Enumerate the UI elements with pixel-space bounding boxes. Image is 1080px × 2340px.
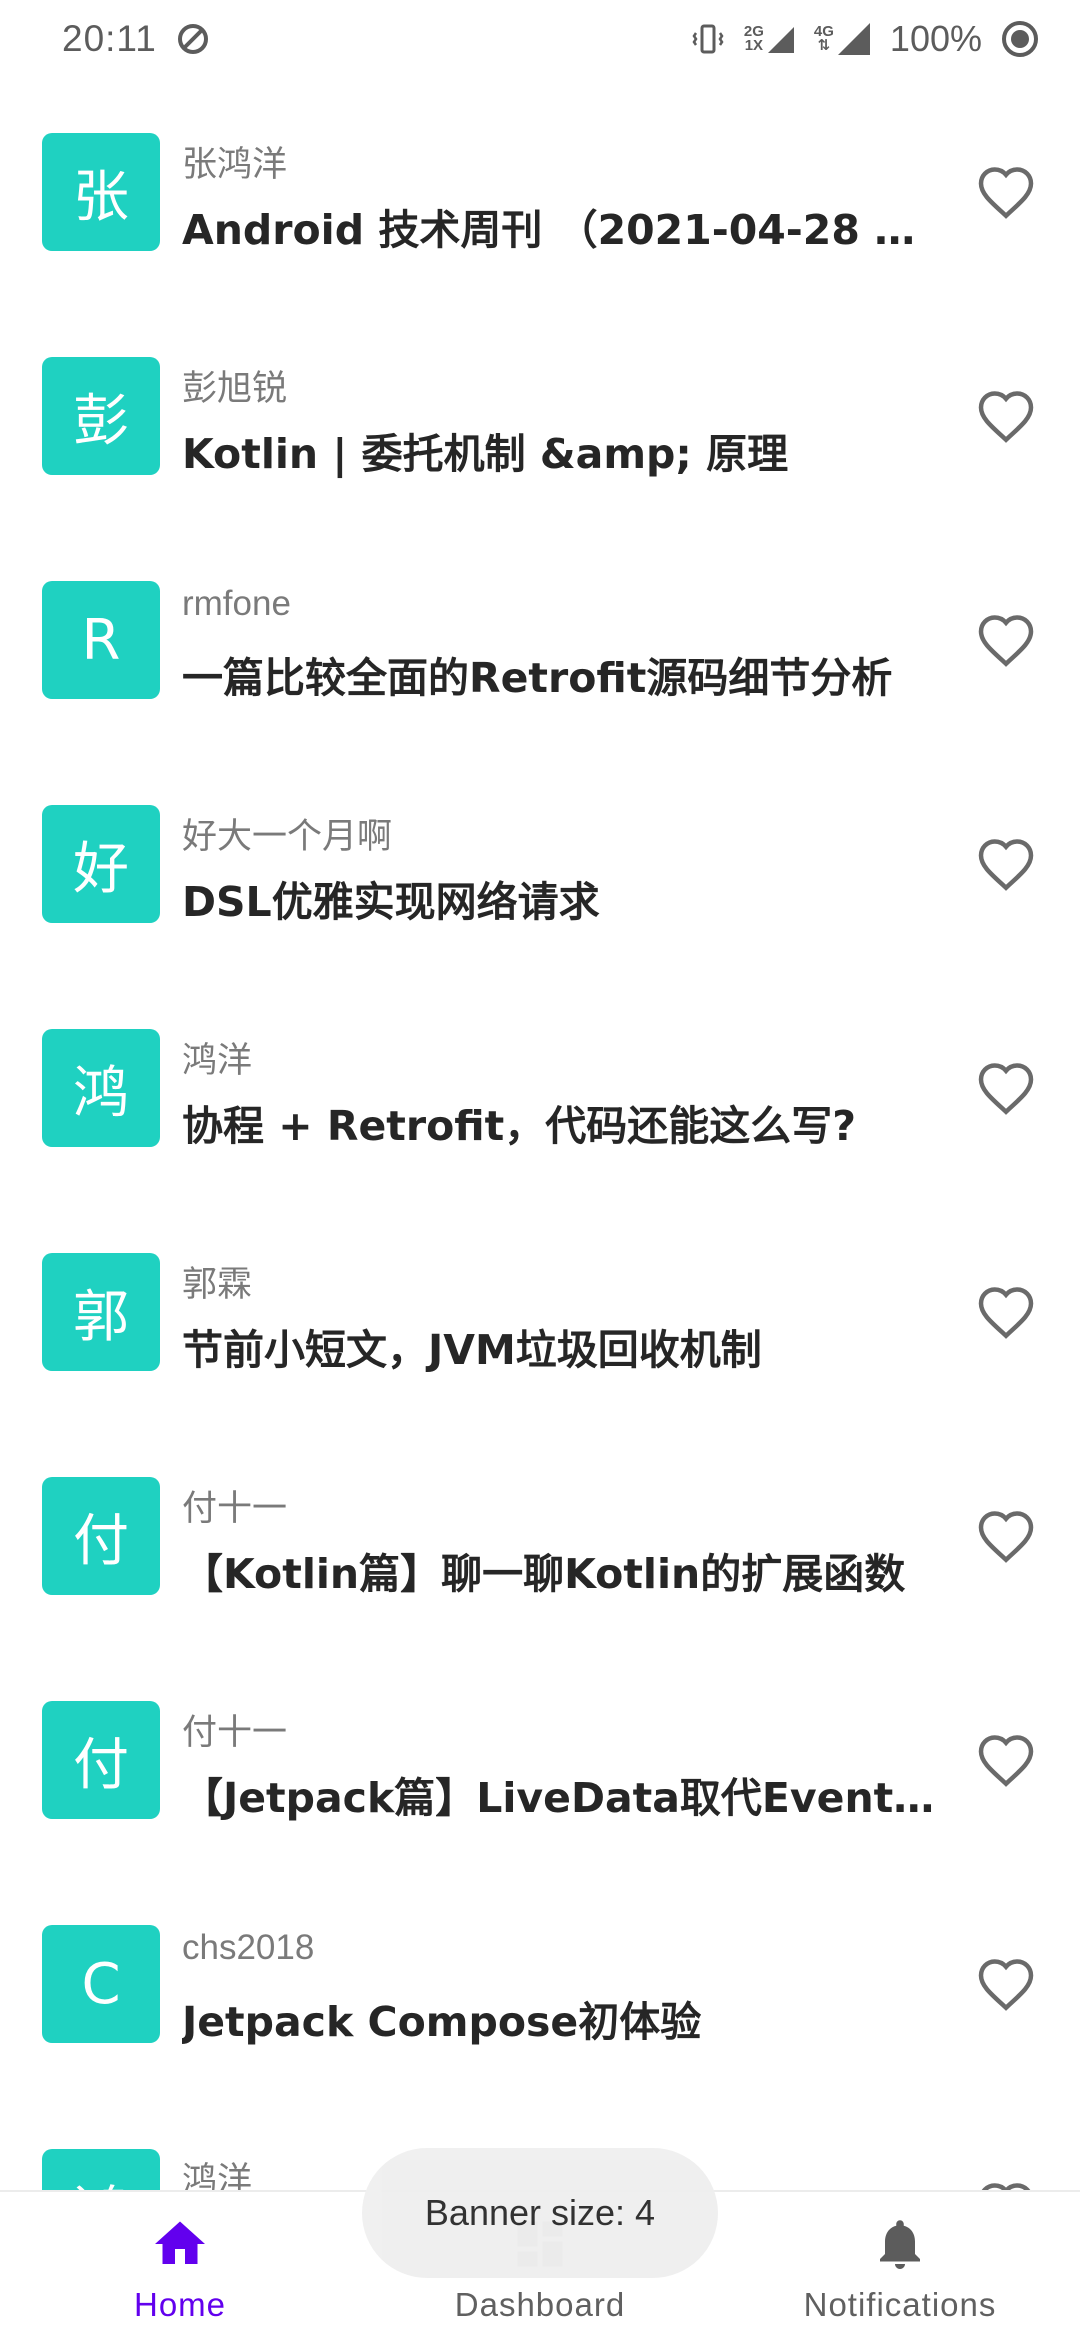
- favorite-heart-icon[interactable]: [976, 164, 1036, 220]
- article-title: 【Kotlin篇】聊一聊Kotlin的扩展函数: [182, 1550, 906, 1598]
- article-title: Kotlin | 委托机制 &amp; 原理: [182, 430, 789, 478]
- vibrate-icon: [690, 21, 726, 57]
- nav-notifications-label: Notifications: [803, 2286, 997, 2323]
- data-arrows-icon: ⇅: [817, 37, 831, 54]
- article-author: 张鸿洋: [182, 145, 288, 184]
- battery-percent: 100%: [889, 18, 982, 59]
- signal-icon: [837, 23, 870, 55]
- list-item[interactable]: 张 张鸿洋 Android 技术周刊 （2021-04-28 ~ 2021-05…: [0, 78, 1080, 302]
- data-saver-icon: [175, 21, 211, 57]
- avatar: 郭: [42, 1253, 160, 1371]
- favorite-heart-icon[interactable]: [976, 388, 1036, 444]
- home-icon: [155, 2221, 205, 2264]
- avatar: 付: [42, 1701, 160, 1819]
- favorite-heart-icon[interactable]: [976, 1060, 1036, 1116]
- status-left: 20:11: [62, 18, 211, 60]
- article-author: 付十一: [182, 1489, 288, 1528]
- avatar: C: [42, 1925, 160, 2043]
- list-item[interactable]: C chs2018 Jetpack Compose初体验: [0, 1870, 1080, 2094]
- favorite-heart-icon[interactable]: [976, 1956, 1036, 2012]
- article-list[interactable]: 张 张鸿洋 Android 技术周刊 （2021-04-28 ~ 2021-05…: [0, 78, 1080, 2190]
- article-title: 节前小短文，JVM垃圾回收机制: [182, 1326, 762, 1374]
- avatar: 张: [42, 133, 160, 251]
- avatar: 鸿: [42, 1029, 160, 1147]
- list-item[interactable]: 付 付十一 【Kotlin篇】聊一聊Kotlin的扩展函数: [0, 1422, 1080, 1646]
- article-title: 【Jetpack篇】LiveData取代EventBus？: [182, 1774, 942, 1822]
- status-bar: 20:11 2G 1X 4G ⇅ 100%: [0, 0, 1080, 78]
- nav-dashboard-label: Dashboard: [454, 2286, 626, 2323]
- article-author: rmfone: [182, 584, 291, 623]
- status-time: 20:11: [62, 18, 157, 59]
- article-title: Android 技术周刊 （2021-04-28 ~ 2021-05-04）: [182, 206, 942, 254]
- article-title: Jetpack Compose初体验: [182, 1998, 702, 2046]
- toast-text: Banner size: 4: [424, 2192, 656, 2233]
- avatar: 鸿: [42, 2149, 160, 2190]
- article-author: 郭霖: [182, 1265, 253, 1304]
- status-right: 2G 1X 4G ⇅ 100%: [690, 18, 1040, 60]
- article-author: 付十一: [182, 1713, 288, 1752]
- article-title: DSL优雅实现网络请求: [182, 878, 600, 926]
- network-label-2g: 2G 1X: [744, 24, 764, 54]
- favorite-heart-icon[interactable]: [976, 1732, 1036, 1788]
- list-item[interactable]: 郭 郭霖 节前小短文，JVM垃圾回收机制: [0, 1198, 1080, 1422]
- list-item[interactable]: R rmfone 一篇比较全面的Retrofit源码细节分析: [0, 526, 1080, 750]
- battery-ring-icon: [1000, 19, 1040, 59]
- nav-home-label: Home: [133, 2286, 227, 2323]
- bell-icon: [880, 2220, 920, 2269]
- signal-icon: [767, 27, 794, 53]
- favorite-heart-icon[interactable]: [976, 612, 1036, 668]
- avatar: R: [42, 581, 160, 699]
- app-screen: 20:11 2G 1X 4G ⇅ 100% 张 张鸿洋 Android 技术周刊…: [0, 0, 1080, 2340]
- avatar: 付: [42, 1477, 160, 1595]
- list-item[interactable]: 鸿 鸿洋 协程 + Retrofit，代码还能这么写?: [0, 974, 1080, 1198]
- network-1x-text: 1X: [744, 37, 764, 54]
- favorite-heart-icon[interactable]: [976, 1508, 1036, 1564]
- article-author: 鸿洋: [182, 2161, 253, 2190]
- list-item[interactable]: 好 好大一个月啊 DSL优雅实现网络请求: [0, 750, 1080, 974]
- article-title: 一篇比较全面的Retrofit源码细节分析: [182, 654, 893, 702]
- list-item[interactable]: 彭 彭旭锐 Kotlin | 委托机制 &amp; 原理: [0, 302, 1080, 526]
- list-item[interactable]: 付 付十一 【Jetpack篇】LiveData取代EventBus？: [0, 1646, 1080, 1870]
- favorite-heart-icon[interactable]: [976, 836, 1036, 892]
- article-author: chs2018: [182, 1928, 315, 1967]
- article-title: 协程 + Retrofit，代码还能这么写?: [182, 1102, 857, 1150]
- avatar: 好: [42, 805, 160, 923]
- nav-notifications[interactable]: Notifications: [720, 2192, 1080, 2340]
- article-author: 好大一个月啊: [182, 817, 393, 856]
- article-author: 鸿洋: [182, 1041, 253, 1080]
- network-4g-signal: 4G ⇅: [814, 21, 872, 57]
- article-author: 彭旭锐: [182, 369, 288, 408]
- avatar: 彭: [42, 357, 160, 475]
- nav-home[interactable]: Home: [0, 2192, 360, 2340]
- toast-message: Banner size: 4: [362, 2148, 718, 2278]
- network-2g-signal: 2G 1X: [744, 23, 796, 55]
- network-label-4g: 4G ⇅: [814, 24, 834, 54]
- favorite-heart-icon[interactable]: [976, 2180, 1036, 2190]
- favorite-heart-icon[interactable]: [976, 1284, 1036, 1340]
